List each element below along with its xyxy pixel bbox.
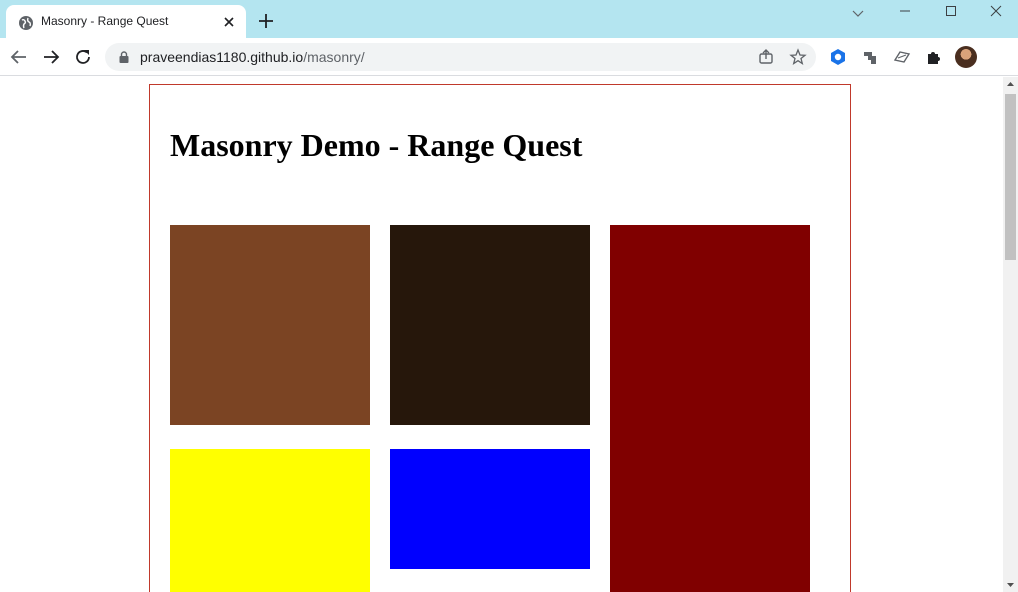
scroll-down-icon[interactable] <box>1003 577 1018 592</box>
extension-icon[interactable] <box>828 47 848 67</box>
share-icon[interactable] <box>757 48 775 66</box>
masonry-container: Masonry Demo - Range Quest <box>149 84 851 592</box>
scroll-up-icon[interactable] <box>1003 77 1018 92</box>
page-viewport: Masonry Demo - Range Quest <box>0 77 1003 592</box>
page-title: Masonry Demo - Range Quest <box>170 127 583 163</box>
masonry-brick-maroon <box>610 225 810 592</box>
lock-icon[interactable] <box>117 50 131 64</box>
tab-title: Masonry - Range Quest <box>41 14 169 28</box>
url-host: praveendias1180.github.io <box>140 49 304 65</box>
extension-icon[interactable] <box>892 47 912 67</box>
globe-icon <box>19 16 33 30</box>
back-arrow-icon[interactable] <box>8 46 30 68</box>
masonry-brick-yellow <box>170 449 370 592</box>
forward-arrow-icon[interactable] <box>40 46 62 68</box>
url-path: /masonry/ <box>303 49 365 65</box>
masonry-brick-dark-brown <box>390 225 590 425</box>
close-icon[interactable] <box>220 13 238 31</box>
scrollbar-thumb[interactable] <box>1005 94 1016 260</box>
browser-toolbar: praveendias1180.github.io/masonry/ <box>0 38 1018 103</box>
extension-icon[interactable] <box>860 47 880 67</box>
minimize-icon[interactable] <box>895 3 915 19</box>
maximize-icon[interactable] <box>941 3 961 19</box>
masonry-brick-blue <box>390 449 590 569</box>
star-icon[interactable] <box>789 48 807 66</box>
masonry-brick-brown <box>170 225 370 425</box>
window-close-icon[interactable] <box>986 3 1006 19</box>
browser-tab[interactable]: Masonry - Range Quest <box>6 5 246 39</box>
url-text: praveendias1180.github.io/masonry/ <box>140 49 365 65</box>
address-bar[interactable]: praveendias1180.github.io/masonry/ <box>105 43 816 71</box>
vertical-scrollbar[interactable] <box>1003 77 1018 592</box>
plus-icon[interactable] <box>256 11 276 31</box>
chevron-down-icon[interactable] <box>850 5 866 21</box>
tab-strip: Masonry - Range Quest <box>0 0 1018 39</box>
avatar[interactable] <box>955 46 977 68</box>
puzzle-icon[interactable] <box>924 47 944 67</box>
reload-icon[interactable] <box>72 46 94 68</box>
